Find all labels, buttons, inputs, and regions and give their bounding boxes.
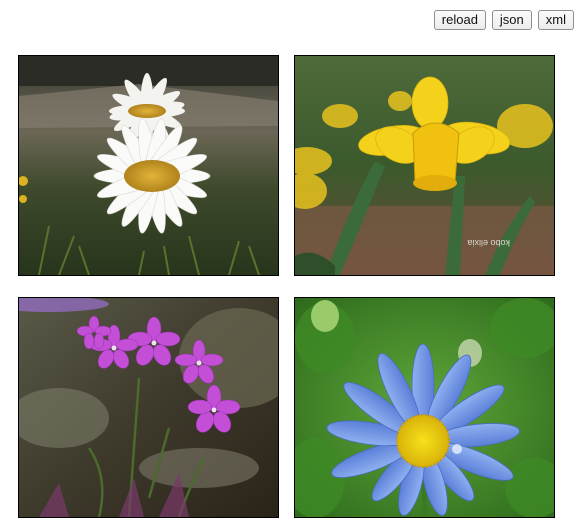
reload-button[interactable]: reload: [433, 10, 486, 30]
image-tile-yellow-daffodil[interactable]: kobo elixia: [294, 55, 555, 276]
pink-phlox-photo: [19, 298, 278, 517]
watermark-text: kobo elixia: [467, 238, 510, 248]
image-tile-pink-phlox[interactable]: [18, 297, 279, 518]
page: reload json xml kobo elixia: [0, 0, 577, 532]
toolbar: reload json xml: [433, 10, 574, 30]
xml-button[interactable]: xml: [537, 10, 574, 30]
yellow-daffodil-photo: kobo elixia: [295, 56, 554, 275]
json-button[interactable]: json: [491, 10, 532, 30]
blue-daisy-photo: [295, 298, 554, 517]
image-tile-white-daisy[interactable]: [18, 55, 279, 276]
white-daisy-photo: [19, 56, 278, 275]
image-tile-blue-daisy[interactable]: [294, 297, 555, 518]
